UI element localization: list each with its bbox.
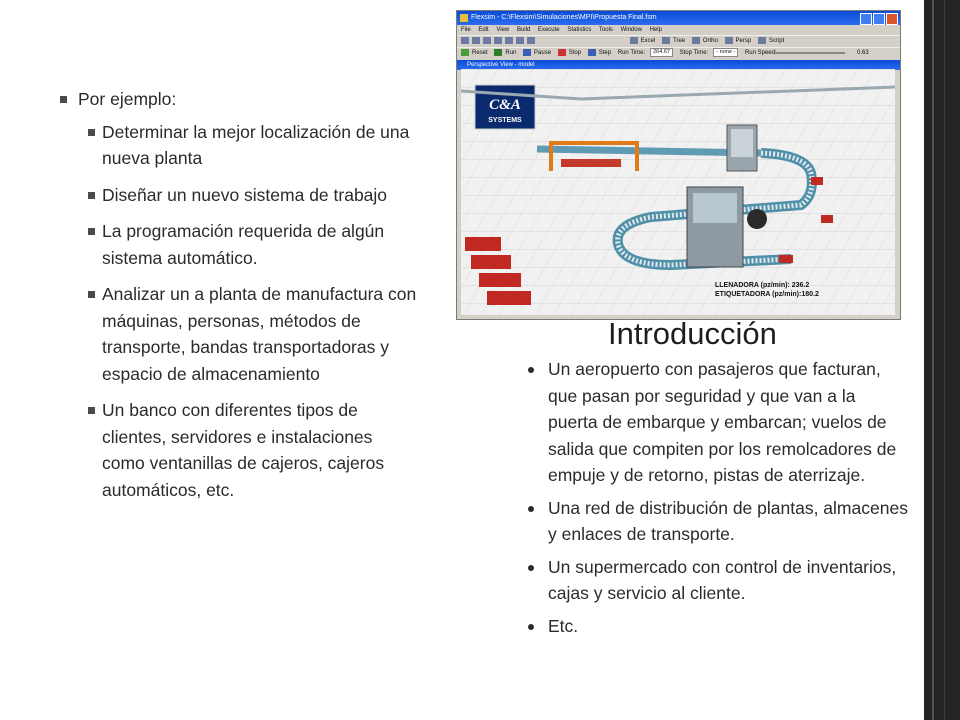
stop-time-label: Stop Time: xyxy=(679,50,709,57)
list-item: Etc. xyxy=(528,613,908,640)
reset-button[interactable]: Reset xyxy=(472,50,488,56)
list-item: Diseñar un nuevo sistema de trabajo xyxy=(60,182,420,209)
maximize-icon[interactable] xyxy=(873,13,885,25)
square-bullet-icon xyxy=(88,407,95,414)
logo-text: C&A xyxy=(489,97,521,113)
list-item-text: Etc. xyxy=(548,615,579,636)
list-item: Analizar un a planta de manufactura con … xyxy=(60,281,420,387)
menu-window[interactable]: Window xyxy=(621,27,642,33)
round-bullet-icon xyxy=(528,505,534,512)
list-header-item: Por ejemplo: xyxy=(60,86,420,113)
model-3d-view[interactable]: C&A SYSTEMS xyxy=(461,69,895,315)
round-bullet-icon xyxy=(528,367,534,373)
stop-button[interactable]: Stop xyxy=(569,50,581,56)
ortho-icon[interactable] xyxy=(691,36,700,44)
list-item: Un supermercado con control de inventari… xyxy=(528,554,908,607)
menu-file[interactable]: File xyxy=(461,27,471,33)
pause-button[interactable]: Pause xyxy=(534,50,551,56)
round-bullet-icon xyxy=(528,623,534,630)
logo-subtext: SYSTEMS xyxy=(488,117,522,124)
list-item: Determinar la mejor localización de una … xyxy=(60,119,420,172)
pause-icon[interactable] xyxy=(523,49,532,56)
list-header: Por ejemplo: xyxy=(78,89,177,109)
slide-title: Introducción xyxy=(608,316,777,351)
ortho-button[interactable]: Ortho xyxy=(703,38,718,44)
stop-time-field[interactable]: - none - xyxy=(713,48,739,57)
list-item: Un aeropuerto con pasajeros que facturan… xyxy=(528,356,908,489)
script-icon[interactable] xyxy=(757,36,766,44)
persp-button[interactable]: Persp xyxy=(736,38,752,44)
list-item-text: Analizar un a planta de manufactura con … xyxy=(102,284,417,384)
tree-icon[interactable] xyxy=(662,36,671,44)
square-bullet-icon xyxy=(88,291,95,298)
close-icon[interactable] xyxy=(886,13,898,25)
run-speed-label: Run Speed: xyxy=(744,50,777,57)
new-icon[interactable] xyxy=(461,36,469,44)
readout-llenadora: LLENADORA (pz/min): 236.2 xyxy=(715,282,810,289)
square-bullet-icon xyxy=(88,191,95,199)
menu-execute[interactable]: Execute xyxy=(538,27,560,33)
step-icon[interactable] xyxy=(587,49,596,56)
run-time-label: Run Time: xyxy=(617,50,646,57)
list-item-text: La programación requerida de algún siste… xyxy=(102,221,385,268)
list-item-text: Un supermercado con control de inventari… xyxy=(548,556,897,604)
grid-icon[interactable] xyxy=(516,36,524,44)
menu-tools[interactable]: Tools xyxy=(599,27,613,33)
list-item-text: Diseñar un nuevo sistema de trabajo xyxy=(102,184,388,205)
list-item: Una red de distribución de plantas, alma… xyxy=(528,495,908,548)
throughput-readout: LLENADORA (pz/min): 236.2 ETIQUETADORA (… xyxy=(715,281,819,299)
settings-icon[interactable] xyxy=(527,36,535,44)
open-icon[interactable] xyxy=(472,36,480,44)
run-speed-value: 0.63 xyxy=(857,50,869,56)
readout-etiquetadora: ETIQUETADORA (pz/min):180.2 xyxy=(715,291,819,298)
run-speed-slider[interactable] xyxy=(775,52,845,54)
list-item: Un banco con diferentes tipos de cliente… xyxy=(60,397,420,503)
app-menubar: File Edit View Build Execute Statistics … xyxy=(457,25,900,35)
list-item-text: Una red de distribución de plantas, alma… xyxy=(548,497,908,545)
run-button[interactable]: Run xyxy=(505,50,516,56)
run-icon[interactable] xyxy=(494,49,503,56)
list-item-text: Un aeropuerto con pasajeros que facturan… xyxy=(548,359,897,485)
excel-icon[interactable] xyxy=(629,36,638,44)
slide-right-frame xyxy=(924,0,960,720)
model-icon[interactable] xyxy=(505,36,513,44)
menu-edit[interactable]: Edit xyxy=(478,27,488,33)
reset-icon[interactable] xyxy=(461,49,469,56)
script-button[interactable]: Script xyxy=(769,38,784,44)
menu-help[interactable]: Help xyxy=(650,27,662,33)
square-bullet-icon xyxy=(88,228,95,235)
list-item-text: Determinar la mejor localización de una … xyxy=(102,121,410,169)
run-time-field[interactable]: 264.67 xyxy=(650,48,673,57)
minimize-icon[interactable] xyxy=(860,13,872,25)
menu-statistics[interactable]: Statistics xyxy=(567,27,591,33)
persp-icon[interactable] xyxy=(724,36,733,44)
save-icon[interactable] xyxy=(483,36,491,44)
library-icon[interactable] xyxy=(494,36,502,44)
list-item: La programación requerida de algún siste… xyxy=(60,218,420,271)
stop-icon[interactable] xyxy=(557,49,566,56)
main-toolbar: Excel Tree Ortho Persp Script xyxy=(457,35,900,47)
step-button[interactable]: Step xyxy=(599,50,611,56)
app-titlebar: Flexsim - C:\Flexsim\Simulaciones\MPI\Pr… xyxy=(457,11,900,25)
tree-button[interactable]: Tree xyxy=(673,38,685,44)
left-bullet-list: Por ejemplo: Determinar la mejor localiz… xyxy=(60,86,420,513)
app-icon xyxy=(460,14,468,22)
run-controls: Reset Run Pause Stop Step Run Time: 264.6… xyxy=(457,47,900,59)
app-title: Flexsim - C:\Flexsim\Simulaciones\MPI\Pr… xyxy=(471,14,657,21)
square-bullet-icon xyxy=(88,128,95,136)
square-bullet-icon xyxy=(60,96,67,103)
menu-view[interactable]: View xyxy=(496,27,509,33)
menu-build[interactable]: Build xyxy=(517,27,530,33)
list-item-text: Un banco con diferentes tipos de cliente… xyxy=(102,400,385,500)
right-bullet-list: Un aeropuerto con pasajeros que facturan… xyxy=(528,356,908,645)
perspective-view-title: Perspective View - model xyxy=(467,62,535,68)
excel-button[interactable]: Excel xyxy=(641,38,656,44)
round-bullet-icon xyxy=(528,564,534,571)
simulation-screenshot: Flexsim - C:\Flexsim\Simulaciones\MPI\Pr… xyxy=(456,10,901,320)
filling-machine xyxy=(726,124,758,172)
